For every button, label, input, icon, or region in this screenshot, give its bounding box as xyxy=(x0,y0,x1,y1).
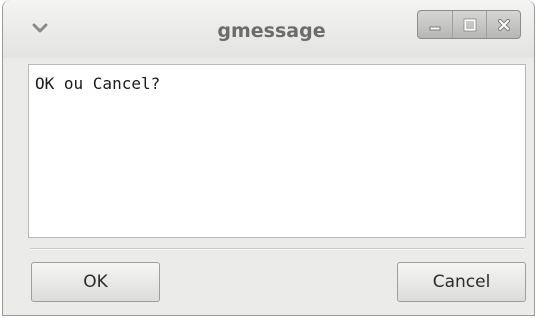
ok-button[interactable]: OK xyxy=(31,262,160,302)
minimize-button[interactable] xyxy=(418,11,452,38)
maximize-icon xyxy=(463,18,476,31)
dialog-window: gmessage OK ou Cancel? OK Cancel xyxy=(2,0,535,316)
maximize-button[interactable] xyxy=(452,11,486,38)
message-text: OK ou Cancel? xyxy=(35,74,161,93)
title-bar[interactable]: gmessage xyxy=(3,0,534,58)
minimize-icon xyxy=(429,26,441,30)
message-text-area[interactable]: OK ou Cancel? xyxy=(28,64,526,238)
close-icon xyxy=(497,18,510,31)
cancel-button[interactable]: Cancel xyxy=(397,262,526,302)
close-button[interactable] xyxy=(486,11,520,38)
separator xyxy=(30,248,524,250)
window-controls xyxy=(417,10,521,39)
